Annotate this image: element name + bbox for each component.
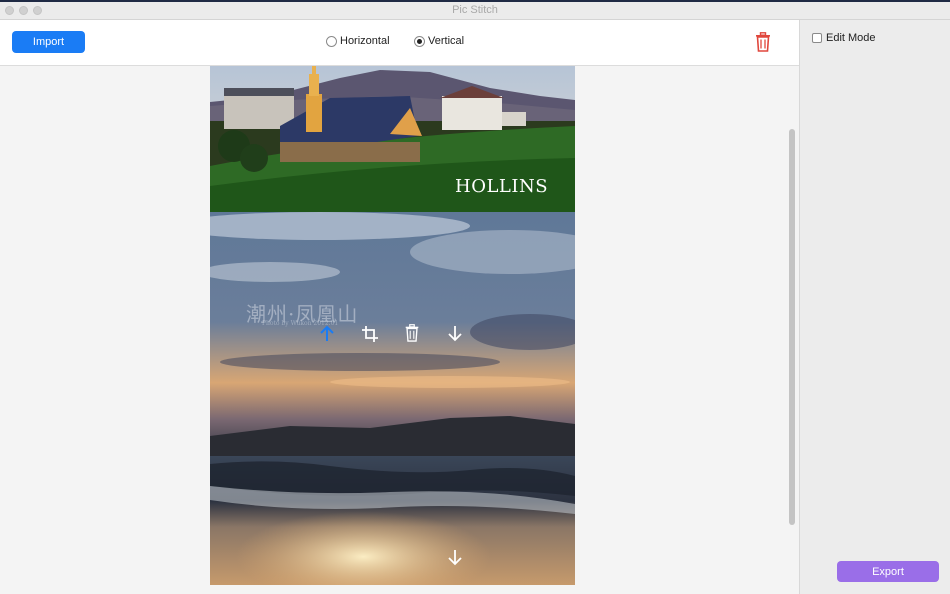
sunset-image (210, 212, 575, 456)
vertical-scrollbar[interactable] (789, 129, 795, 525)
vertical-radio-label: Vertical (428, 35, 465, 47)
import-button[interactable]: Import (12, 31, 85, 53)
title-bar: Pic Stitch (0, 2, 950, 20)
photo-campus[interactable]: HOLLINS (210, 66, 575, 212)
edit-mode-label: Edit Mode (826, 32, 876, 44)
horizontal-radio-label: Horizontal (340, 35, 390, 47)
checkbox-box (812, 33, 822, 43)
window-title: Pic Stitch (452, 4, 498, 16)
photo-sunset[interactable]: 潮州·凤凰山 Photo by Wukon 2012.01 (210, 212, 575, 456)
vertical-radio[interactable]: Vertical (414, 35, 464, 47)
delete-all-trash-icon[interactable] (754, 32, 772, 52)
photo-caption-hollins: HOLLINS (455, 176, 549, 197)
side-panel: Edit Mode Export (799, 20, 950, 594)
stitch-canvas: HOLLINS 潮州·凤凰山 Photo by Wukon 2012.01 (0, 66, 799, 594)
export-button[interactable]: Export (837, 561, 939, 582)
horizontal-radio[interactable]: Horizontal (326, 35, 390, 47)
trash-icon[interactable] (403, 324, 421, 342)
beach-image (210, 456, 575, 585)
radio-circle-selected (414, 35, 425, 47)
photo-beach[interactable] (210, 456, 575, 585)
arrow-down-icon[interactable] (446, 549, 464, 567)
arrow-down-icon[interactable] (446, 325, 464, 343)
radio-circle (326, 35, 337, 47)
toolbar: Import Horizontal Vertical (0, 20, 799, 66)
stitched-image: HOLLINS 潮州·凤凰山 Photo by Wukon 2012.01 (210, 66, 575, 585)
edit-mode-checkbox[interactable]: Edit Mode (812, 32, 876, 44)
crop-icon[interactable] (361, 325, 379, 343)
arrow-up-icon[interactable] (318, 325, 336, 343)
